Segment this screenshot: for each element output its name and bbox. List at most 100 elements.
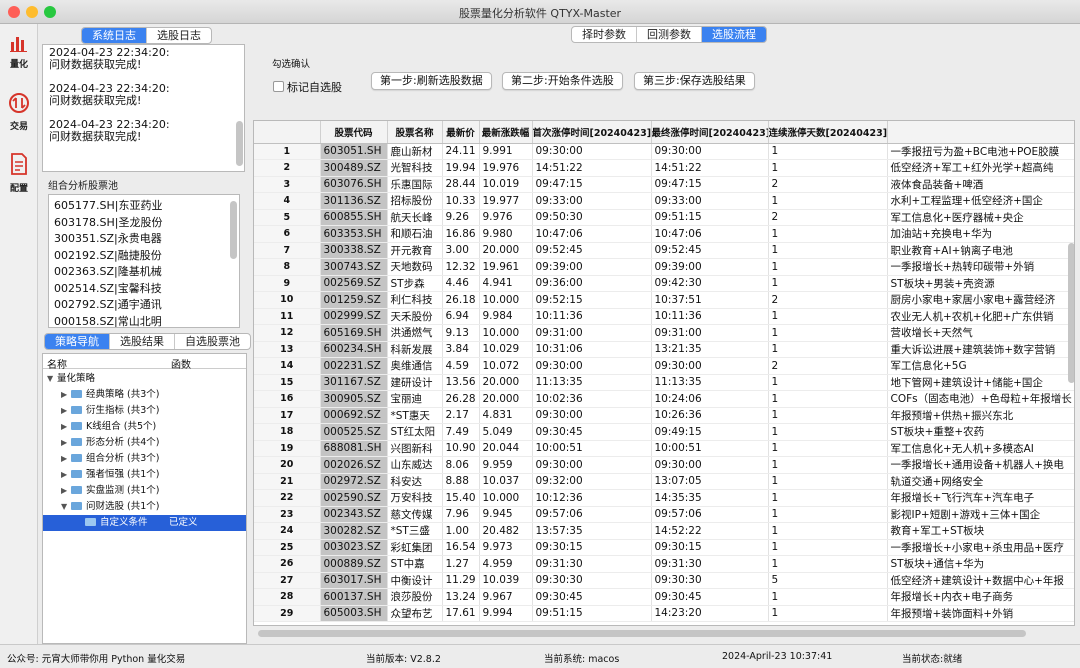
row-number[interactable]: 18 — [254, 423, 321, 441]
table-cell[interactable]: 000525.SZ — [320, 423, 388, 441]
table-cell[interactable]: 603076.SH — [320, 176, 388, 193]
table-cell[interactable]: 10.072 — [479, 357, 533, 375]
table-cell[interactable]: 年报增长+飞行汽车+汽车电子 — [887, 489, 1074, 507]
table-cell[interactable]: 09:30:00 — [532, 143, 652, 160]
table-cell[interactable]: 1 — [768, 522, 888, 540]
expand-arrow-icon[interactable]: ▼ — [47, 371, 57, 387]
table-cell[interactable]: 9.994 — [479, 605, 533, 622]
table-row[interactable]: 10 001259.SZ 利仁科技 26.18 10.000 09:52:15 10:37:… — [254, 291, 1074, 309]
table-cell[interactable]: COFs（固态电池）+色母粒+年报增长 — [887, 390, 1074, 408]
tab-select-result[interactable]: 选股结果 — [110, 334, 175, 349]
table-cell[interactable]: 地下管网+建筑设计+储能+国企 — [887, 374, 1074, 391]
table-cell[interactable]: 13:21:35 — [651, 341, 769, 358]
tree-node[interactable]: ▼ 问财选股 (共1个) — [61, 499, 159, 515]
table-row[interactable]: 22 002590.SZ 万安科技 15.40 10.000 10:12:36 14:35:… — [254, 489, 1074, 507]
table-cell[interactable]: 营收增长+天然气 — [887, 324, 1074, 342]
list-item[interactable]: 000158.SZ|常山北明 — [54, 314, 234, 328]
table-cell[interactable]: 19.961 — [479, 258, 533, 276]
table-cell[interactable]: 科新发展 — [387, 341, 443, 358]
table-row[interactable]: 11 002999.SZ 天禾股份 6.94 9.984 10:11:36 10:11:36… — [254, 308, 1074, 325]
table-cell[interactable]: 301136.SZ — [320, 192, 388, 210]
table-cell[interactable]: 600137.SH — [320, 588, 388, 606]
table-cell[interactable]: 低空经济+军工+红外光学+超高纯 — [887, 159, 1074, 177]
table-cell[interactable]: 09:30:45 — [651, 588, 769, 606]
row-number[interactable]: 5 — [254, 209, 321, 226]
table-row[interactable]: 26 000889.SZ ST中嘉 1.27 4.959 09:31:30 09:31:30… — [254, 555, 1074, 573]
row-number[interactable]: 13 — [254, 341, 321, 358]
table-cell[interactable]: 3.00 — [442, 242, 480, 259]
table-cell[interactable]: 002231.SZ — [320, 357, 388, 375]
table-cell[interactable]: 航天长峰 — [387, 209, 443, 226]
table-cell[interactable]: 002972.SZ — [320, 473, 388, 490]
table-cell[interactable]: 11.29 — [442, 572, 480, 589]
table-cell[interactable]: 7.96 — [442, 506, 480, 523]
table-cell[interactable]: 9.967 — [479, 588, 533, 606]
table-row[interactable]: 4 301136.SZ 招标股份 10.33 19.977 09:33:00 09:33:0… — [254, 192, 1074, 210]
tab-select-log[interactable]: 选股日志 — [147, 28, 211, 43]
table-cell[interactable]: 300743.SZ — [320, 258, 388, 276]
table-cell[interactable]: 09:47:15 — [532, 176, 652, 193]
table-cell[interactable]: 603051.SH — [320, 143, 388, 160]
table-cell[interactable]: 利仁科技 — [387, 291, 443, 309]
pool-scrollbar[interactable] — [230, 201, 237, 259]
log-scrollbar[interactable] — [236, 121, 243, 166]
table-cell[interactable]: 15.40 — [442, 489, 480, 507]
row-number[interactable]: 26 — [254, 555, 321, 573]
table-cell[interactable]: 09:30:00 — [532, 407, 652, 424]
table-cell[interactable]: 1 — [768, 473, 888, 490]
table-cell[interactable]: 12.32 — [442, 258, 480, 276]
row-number[interactable]: 14 — [254, 357, 321, 375]
table-cell[interactable]: 10.000 — [479, 291, 533, 309]
table-cell[interactable]: 1 — [768, 407, 888, 424]
table-cell[interactable]: 2 — [768, 209, 888, 226]
table-row[interactable]: 14 002231.SZ 奥维通信 4.59 10.072 09:30:00 09:30:0… — [254, 357, 1074, 375]
column-header[interactable]: 连续涨停天数[20240423] — [768, 121, 888, 144]
row-number[interactable]: 21 — [254, 473, 321, 490]
table-row[interactable]: 2 300489.SZ 光智科技 19.94 19.976 14:51:22 14:51:2… — [254, 159, 1074, 177]
table-cell[interactable]: 教育+军工+ST板块 — [887, 522, 1074, 540]
row-number[interactable]: 6 — [254, 225, 321, 243]
table-cell[interactable]: *ST惠天 — [387, 407, 443, 424]
table-cell[interactable]: 16.86 — [442, 225, 480, 243]
table-cell[interactable]: 4.46 — [442, 275, 480, 292]
row-number[interactable]: 3 — [254, 176, 321, 193]
table-cell[interactable]: 09:31:00 — [651, 324, 769, 342]
table-cell[interactable]: 13.24 — [442, 588, 480, 606]
column-header[interactable]: 最新价 — [442, 121, 480, 144]
table-cell[interactable]: 09:30:00 — [651, 143, 769, 160]
table-cell[interactable]: 17.61 — [442, 605, 480, 622]
table-cell[interactable]: 09:52:45 — [651, 242, 769, 259]
table-cell[interactable]: 09:57:06 — [532, 506, 652, 523]
table-row[interactable]: 29 605003.SH 众望布艺 17.61 9.994 09:51:15 14:23:2… — [254, 605, 1074, 622]
table-cell[interactable]: 10:02:36 — [532, 390, 652, 408]
table-cell[interactable]: 1 — [768, 324, 888, 342]
table-cell[interactable]: 众望布艺 — [387, 605, 443, 622]
table-cell[interactable]: 4.831 — [479, 407, 533, 424]
table-cell[interactable]: 10.000 — [479, 324, 533, 342]
table-cell[interactable]: 9.991 — [479, 143, 533, 160]
table-cell[interactable]: 09:52:45 — [532, 242, 652, 259]
sidebar-item-config[interactable]: 配置 — [2, 152, 36, 208]
tree-node[interactable]: ▶ 实盘监测 (共1个) — [61, 483, 159, 499]
column-header[interactable]: 最新涨跌幅 — [479, 121, 533, 144]
sidebar-item-quant[interactable]: 量化 — [2, 34, 36, 90]
table-cell[interactable]: 09:49:15 — [651, 423, 769, 441]
table-cell[interactable]: 300489.SZ — [320, 159, 388, 177]
table-cell[interactable]: 浪莎股份 — [387, 588, 443, 606]
table-cell[interactable]: 09:31:00 — [532, 324, 652, 342]
tree-root[interactable]: ▼ 量化策略 — [47, 371, 95, 387]
table-cell[interactable]: 洪通燃气 — [387, 324, 443, 342]
row-number[interactable]: 15 — [254, 374, 321, 391]
table-row[interactable]: 13 600234.SH 科新发展 3.84 10.029 10:31:06 13:21:3… — [254, 341, 1074, 358]
table-cell[interactable]: 10:26:36 — [651, 407, 769, 424]
table-cell[interactable]: 1 — [768, 539, 888, 556]
table-cell[interactable]: 09:33:00 — [532, 192, 652, 210]
table-cell[interactable]: 8.88 — [442, 473, 480, 490]
table-cell[interactable]: 4.959 — [479, 555, 533, 573]
table-cell[interactable]: 000692.SZ — [320, 407, 388, 424]
table-row[interactable]: 12 605169.SH 洪通燃气 9.13 10.000 09:31:00 09:31:0… — [254, 324, 1074, 342]
table-row[interactable]: 15 301167.SZ 建研设计 13.56 20.000 11:13:35 11:13:… — [254, 374, 1074, 391]
table-cell[interactable]: 19.976 — [479, 159, 533, 177]
table-cell[interactable]: 09:30:15 — [651, 539, 769, 556]
table-cell[interactable]: 14:51:22 — [532, 159, 652, 177]
